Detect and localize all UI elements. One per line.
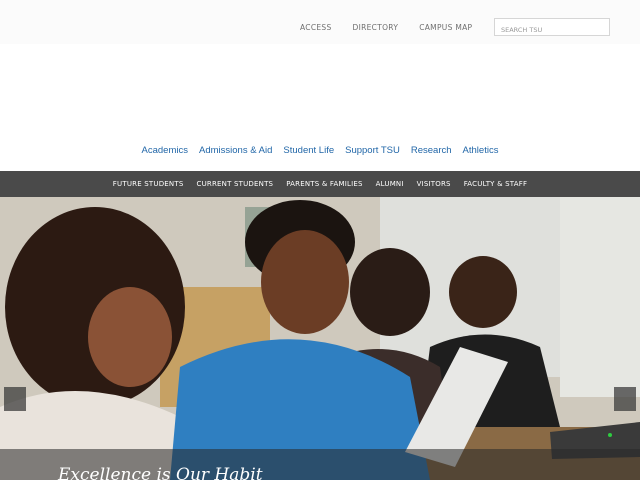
utility-link-directory[interactable]: DIRECTORY bbox=[353, 23, 399, 32]
main-nav-academics[interactable]: Academics bbox=[142, 145, 188, 156]
audience-nav-future-students[interactable]: FUTURE STUDENTS bbox=[113, 180, 184, 188]
hero-slider: Excellence is Our Habit bbox=[0, 197, 640, 480]
audience-nav-current-students[interactable]: CURRENT STUDENTS bbox=[196, 180, 273, 188]
audience-nav-visitors[interactable]: VISITORS bbox=[417, 180, 451, 188]
audience-nav-faculty-staff[interactable]: FACULTY & STAFF bbox=[464, 180, 527, 188]
main-nav-support-tsu[interactable]: Support TSU bbox=[345, 145, 400, 156]
logo-area bbox=[0, 44, 640, 140]
audience-nav: FUTURE STUDENTS CURRENT STUDENTS PARENTS… bbox=[0, 171, 640, 197]
main-nav-admissions-aid[interactable]: Admissions & Aid bbox=[199, 145, 272, 156]
audience-nav-parents-families[interactable]: PARENTS & FAMILIES bbox=[286, 180, 362, 188]
utility-link-access[interactable]: ACCESS bbox=[300, 23, 332, 32]
hero-caption: Excellence is Our Habit bbox=[58, 465, 263, 480]
main-nav: Academics Admissions & Aid Student Life … bbox=[0, 145, 640, 156]
slider-next-button[interactable] bbox=[614, 387, 636, 411]
main-nav-research[interactable]: Research bbox=[411, 145, 452, 156]
utility-bar: ACCESS DIRECTORY CAMPUS MAP bbox=[0, 0, 640, 44]
main-nav-athletics[interactable]: Athletics bbox=[463, 145, 499, 156]
main-nav-student-life[interactable]: Student Life bbox=[283, 145, 334, 156]
hero-photo bbox=[0, 197, 640, 480]
search-box bbox=[494, 18, 610, 38]
utility-links: ACCESS DIRECTORY CAMPUS MAP bbox=[300, 23, 472, 32]
search-input[interactable] bbox=[495, 22, 609, 38]
audience-nav-alumni[interactable]: ALUMNI bbox=[376, 180, 404, 188]
utility-link-campus-map[interactable]: CAMPUS MAP bbox=[419, 23, 472, 32]
slider-prev-button[interactable] bbox=[4, 387, 26, 411]
